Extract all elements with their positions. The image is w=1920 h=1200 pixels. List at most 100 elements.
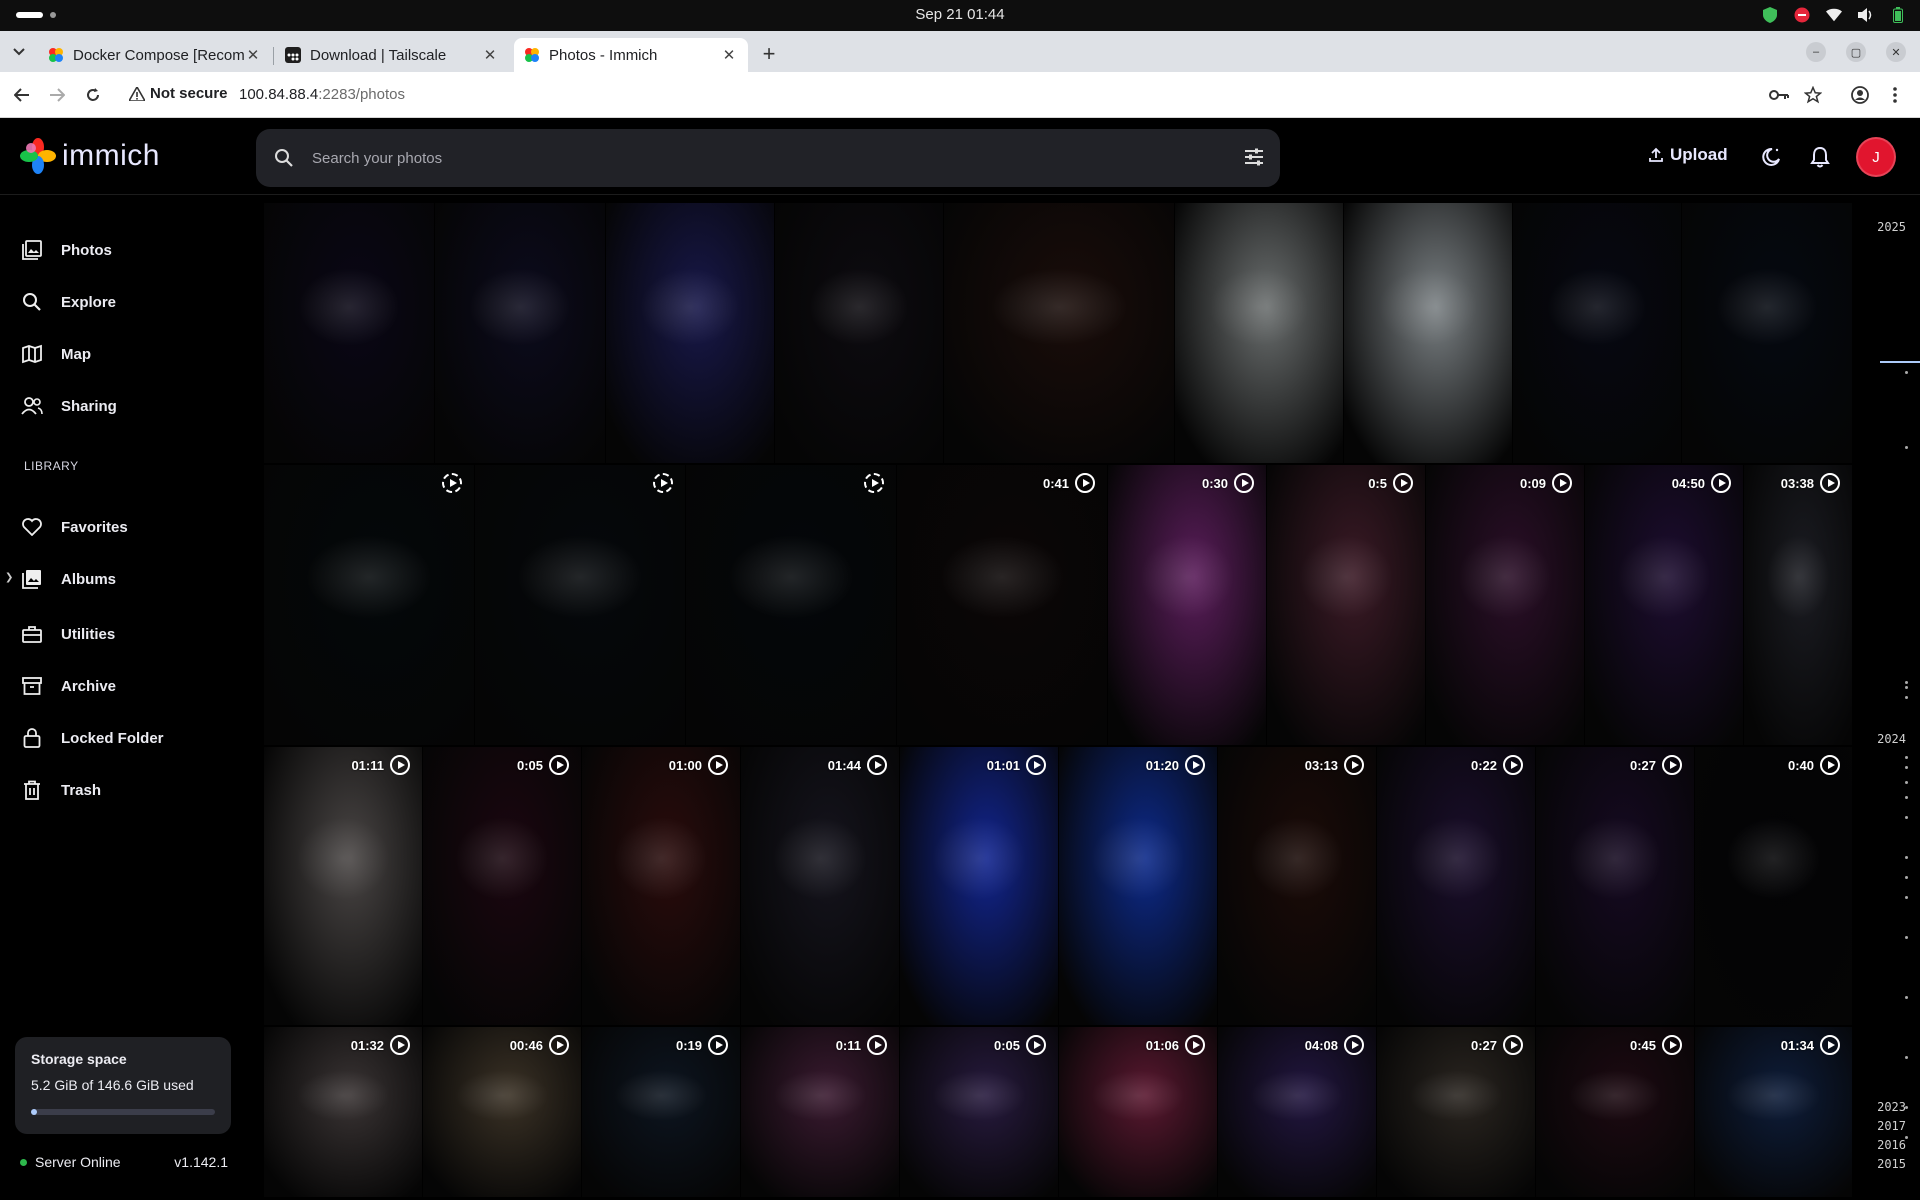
photo-thumbnail[interactable]: 01:11: [264, 747, 422, 1025]
play-icon[interactable]: [1552, 473, 1572, 493]
play-icon[interactable]: [390, 1035, 410, 1055]
maximize-button[interactable]: ▢: [1846, 42, 1866, 62]
browser-menu-icon[interactable]: [1884, 84, 1906, 106]
play-icon[interactable]: [708, 755, 728, 775]
play-icon[interactable]: [1075, 473, 1095, 493]
loading-play-icon[interactable]: [864, 473, 884, 493]
play-icon[interactable]: [1185, 1035, 1205, 1055]
play-icon[interactable]: [1820, 755, 1840, 775]
play-icon[interactable]: [1393, 473, 1413, 493]
profile-icon[interactable]: [1849, 84, 1871, 106]
photo-thumbnail[interactable]: [606, 203, 774, 463]
search-filter-icon[interactable]: [1244, 147, 1264, 167]
play-icon[interactable]: [1344, 755, 1364, 775]
window-close-button[interactable]: ✕: [1886, 42, 1906, 62]
play-icon[interactable]: [708, 1035, 728, 1055]
photo-thumbnail[interactable]: 0:05: [900, 1027, 1058, 1197]
search-bar[interactable]: [256, 129, 1280, 187]
photo-thumbnail[interactable]: 0:19: [582, 1027, 740, 1197]
play-icon[interactable]: [1185, 755, 1205, 775]
photo-thumbnail[interactable]: [264, 465, 474, 745]
bookmark-star-icon[interactable]: [1802, 84, 1824, 106]
photo-thumbnail[interactable]: 01:20: [1059, 747, 1217, 1025]
play-icon[interactable]: [1234, 473, 1254, 493]
sidebar-item-utilities[interactable]: Utilities: [0, 614, 250, 654]
photo-thumbnail[interactable]: [1513, 203, 1681, 463]
site-security-indicator[interactable]: Not secure: [129, 85, 228, 102]
sidebar-item-trash[interactable]: Trash: [0, 770, 250, 810]
play-icon[interactable]: [867, 1035, 887, 1055]
search-input[interactable]: [312, 143, 1212, 173]
photo-thumbnail[interactable]: 01:06: [1059, 1027, 1217, 1197]
photo-thumbnail[interactable]: 01:01: [900, 747, 1058, 1025]
user-avatar[interactable]: J: [1856, 137, 1896, 177]
photo-thumbnail[interactable]: [775, 203, 943, 463]
photo-thumbnail[interactable]: 0:05: [423, 747, 581, 1025]
reload-icon[interactable]: [82, 84, 104, 106]
photo-thumbnail[interactable]: 01:34: [1695, 1027, 1852, 1197]
sidebar-item-favorites[interactable]: Favorites: [0, 507, 250, 547]
timeline-year[interactable]: 2023: [1877, 1100, 1906, 1114]
close-icon[interactable]: ✕: [720, 46, 738, 64]
volume-icon[interactable]: [1858, 7, 1874, 23]
photo-thumbnail[interactable]: 0:11: [741, 1027, 899, 1197]
photo-thumbnail[interactable]: 0:45: [1536, 1027, 1694, 1197]
photo-thumbnail[interactable]: 01:00: [582, 747, 740, 1025]
photo-thumbnail[interactable]: 0:09: [1426, 465, 1584, 745]
storage-card[interactable]: Storage space 5.2 GiB of 146.6 GiB used: [15, 1037, 231, 1134]
photo-thumbnail[interactable]: 01:32: [264, 1027, 422, 1197]
server-status[interactable]: Server Online v1.142.1: [20, 1154, 228, 1170]
play-icon[interactable]: [1026, 1035, 1046, 1055]
photo-thumbnail[interactable]: 0:27: [1536, 747, 1694, 1025]
timeline-year[interactable]: 2016: [1877, 1138, 1906, 1152]
play-icon[interactable]: [1662, 1035, 1682, 1055]
play-icon[interactable]: [390, 755, 410, 775]
sidebar-item-albums[interactable]: Albums: [0, 559, 250, 599]
search-icon[interactable]: [274, 148, 294, 168]
photo-thumbnail[interactable]: 04:50: [1585, 465, 1743, 745]
sidebar-item-sharing[interactable]: Sharing: [0, 386, 250, 426]
photo-thumbnail[interactable]: 01:44: [741, 747, 899, 1025]
play-icon[interactable]: [549, 1035, 569, 1055]
sidebar-item-map[interactable]: Map: [0, 334, 250, 374]
url-field[interactable]: 100.84.88.4:2283/photos: [239, 86, 405, 103]
photo-thumbnail[interactable]: [1344, 203, 1512, 463]
photo-thumbnail[interactable]: 0:30: [1108, 465, 1266, 745]
close-icon[interactable]: ✕: [481, 46, 499, 64]
timeline-scrubber[interactable]: 2025 2024 2023 2017 2016 2015: [1860, 196, 1920, 1200]
play-icon[interactable]: [1026, 755, 1046, 775]
photo-thumbnail[interactable]: [686, 465, 896, 745]
timeline-year[interactable]: 2015: [1877, 1157, 1906, 1171]
minimize-button[interactable]: –: [1806, 42, 1826, 62]
browser-tab-tailscale[interactable]: Download | Tailscale ✕: [275, 38, 509, 72]
loading-play-icon[interactable]: [653, 473, 673, 493]
play-icon[interactable]: [549, 755, 569, 775]
notifications-bell-icon[interactable]: [1808, 145, 1832, 169]
loading-play-icon[interactable]: [442, 473, 462, 493]
photo-thumbnail[interactable]: 0:40: [1695, 747, 1852, 1025]
sidebar-item-locked-folder[interactable]: Locked Folder: [0, 718, 250, 758]
forward-icon[interactable]: [46, 84, 68, 106]
photo-thumbnail[interactable]: [1682, 203, 1852, 463]
play-icon[interactable]: [867, 755, 887, 775]
shield-icon[interactable]: [1762, 7, 1778, 23]
sidebar-item-archive[interactable]: Archive: [0, 666, 250, 706]
photo-thumbnail[interactable]: [264, 203, 434, 463]
play-icon[interactable]: [1503, 1035, 1523, 1055]
photo-thumbnail[interactable]: 0:22: [1377, 747, 1535, 1025]
photo-thumbnail[interactable]: [475, 465, 685, 745]
sidebar-item-explore[interactable]: Explore: [0, 282, 250, 322]
play-icon[interactable]: [1344, 1035, 1364, 1055]
play-icon[interactable]: [1662, 755, 1682, 775]
photo-thumbnail[interactable]: 03:13: [1218, 747, 1376, 1025]
photo-thumbnail[interactable]: 03:38: [1744, 465, 1852, 745]
new-tab-button[interactable]: +: [758, 43, 780, 66]
battery-icon[interactable]: [1890, 7, 1906, 23]
photo-thumbnail[interactable]: [435, 203, 605, 463]
system-clock[interactable]: Sep 21 01:44: [0, 6, 1920, 23]
upload-button[interactable]: Upload: [1648, 145, 1728, 165]
back-icon[interactable]: [11, 84, 33, 106]
do-not-disturb-icon[interactable]: [1794, 7, 1810, 23]
timeline-year[interactable]: 2024: [1877, 732, 1906, 746]
password-key-icon[interactable]: [1768, 84, 1790, 106]
